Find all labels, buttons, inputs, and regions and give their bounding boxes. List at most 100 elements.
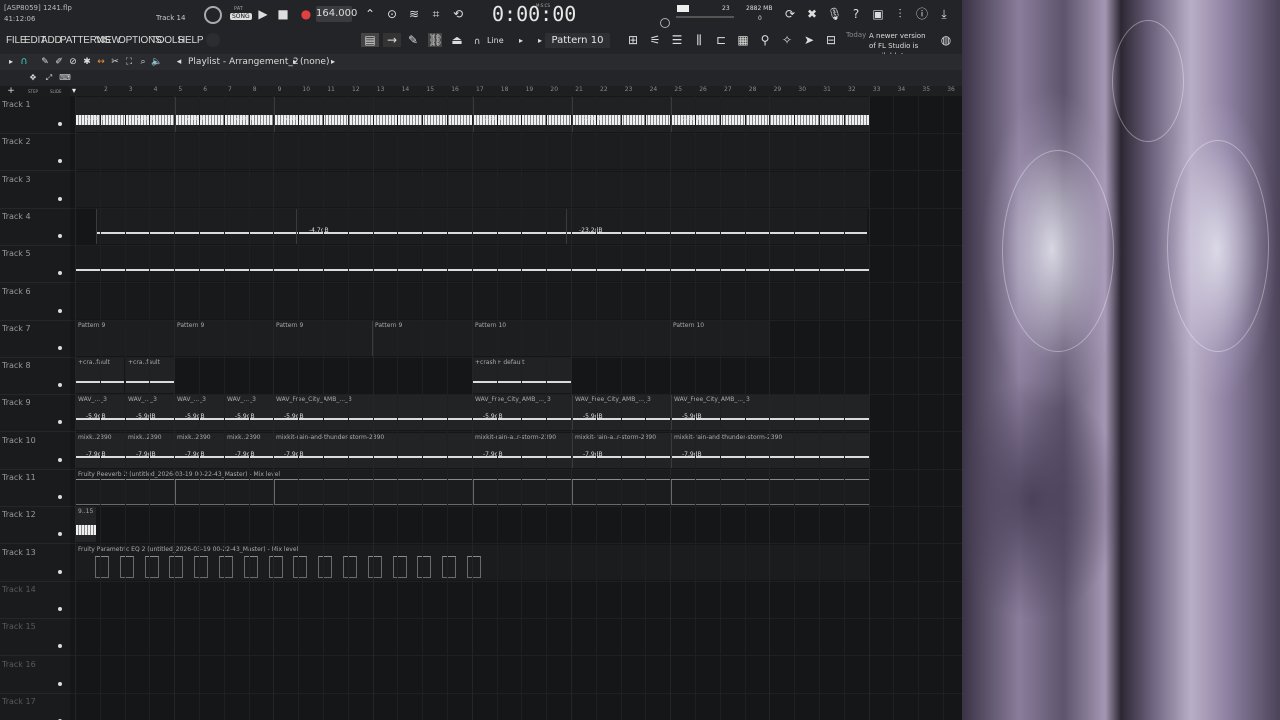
automation-curve[interactable] (95, 555, 109, 578)
track-mute-dot[interactable] (58, 159, 62, 164)
track-name[interactable]: Track 10 (2, 436, 36, 445)
track-name[interactable]: Track 4 (2, 212, 31, 221)
countdown-icon[interactable]: ≋ (407, 7, 421, 21)
mute-tool-icon[interactable]: ✱ (80, 55, 94, 69)
ruler-bar-number[interactable]: 3 (129, 86, 133, 93)
ruler-bar-number[interactable]: 34 (898, 86, 906, 93)
keyboard-icon[interactable]: ⌨ (58, 71, 72, 85)
browser-icon[interactable]: ⊏ (714, 33, 728, 47)
automation-curve[interactable] (343, 555, 357, 578)
track-lane[interactable] (70, 656, 962, 694)
select-tool-icon[interactable]: ⛶ (122, 55, 136, 69)
ruler-bar-number[interactable]: 24 (650, 86, 658, 93)
track-mute-dot[interactable] (58, 383, 62, 388)
ruler-bar-number[interactable]: 25 (674, 86, 682, 93)
ruler-bar-number[interactable]: 6 (203, 86, 207, 93)
ruler-bar-number[interactable]: 26 (699, 86, 707, 93)
track-mute-dot[interactable] (58, 345, 62, 350)
magnet-snap-icon[interactable]: ∩ (17, 55, 31, 69)
master-volume-knob[interactable] (204, 6, 222, 24)
track-header[interactable]: Track 10 (0, 432, 70, 470)
ruler-bar-number[interactable]: 28 (749, 86, 757, 93)
track-header[interactable]: Track 7 (0, 320, 70, 358)
ruler-bar-number[interactable]: 19 (526, 86, 534, 93)
play-icon[interactable]: ▶ (256, 7, 270, 21)
track-name[interactable]: Track 8 (2, 361, 31, 370)
audio-clip[interactable] (96, 208, 297, 244)
ruler-bar-number[interactable]: 12 (352, 86, 360, 93)
snap-arrow-icon[interactable]: ▸ (514, 34, 528, 48)
paint-tool-icon[interactable]: ✐ (52, 55, 66, 69)
track-name[interactable]: Track 6 (2, 287, 31, 296)
track-name[interactable]: Track 13 (2, 548, 36, 557)
track-header[interactable]: Track 16 (0, 656, 70, 694)
track-mute-dot[interactable] (58, 308, 62, 313)
cart-icon[interactable]: ⊟ (824, 33, 838, 47)
audio-clip[interactable]: WAV_Free_City_AMB_..._3 -5.9dB (472, 395, 573, 431)
zoom-tool-icon[interactable]: ⌕ (136, 55, 150, 69)
mixer-icon[interactable]: ⫶ (893, 7, 907, 21)
automation-curve[interactable] (144, 555, 159, 578)
track-name[interactable]: Track 7 (2, 324, 31, 333)
track-mute-dot[interactable] (58, 569, 62, 574)
resize-icon[interactable]: ⤢ (42, 71, 56, 85)
info-icon[interactable]: ⓘ (915, 7, 929, 21)
loop-record-icon[interactable]: ⟲ (451, 7, 465, 21)
step-edit-icon[interactable]: ⌗ (429, 7, 443, 21)
hint-knob[interactable] (206, 33, 220, 47)
track-mute-dot[interactable] (58, 606, 62, 611)
ruler-bar-number[interactable]: 7 (228, 86, 232, 93)
ruler-bar-number[interactable]: 2 (104, 86, 108, 93)
save-icon[interactable]: ▣ (871, 7, 885, 21)
track-mute-dot[interactable] (58, 681, 62, 686)
refresh-icon[interactable]: ⟳ (783, 7, 797, 21)
channel-rack-icon[interactable]: ☰ (670, 33, 684, 47)
audio-clip[interactable]: 2.1dB (274, 97, 474, 132)
ruler-bar-number[interactable]: 17 (476, 86, 484, 93)
track-mute-dot[interactable] (58, 122, 62, 126)
time-display[interactable]: 0:00:00 (492, 2, 576, 26)
plugin-picker-icon[interactable]: ▦ (736, 33, 750, 47)
playback-tool-icon[interactable]: 🔈 (150, 55, 164, 69)
ruler-bar-number[interactable]: 33 (873, 86, 881, 93)
ruler-bar-number[interactable]: 27 (724, 86, 732, 93)
arrow-right-icon[interactable]: → (383, 33, 401, 47)
slip-tool-icon[interactable]: ↔ (94, 55, 108, 69)
ruler-bar-number[interactable]: 16 (451, 86, 459, 93)
ruler-bar-number[interactable]: 10 (302, 86, 310, 93)
ruler-bar-number[interactable]: 32 (848, 86, 856, 93)
track-name[interactable]: Track 14 (2, 585, 36, 594)
audio-clip[interactable]: -23.2dB (566, 208, 867, 244)
track-header[interactable]: Track 6 (0, 283, 70, 321)
menu-add[interactable]: ADD (41, 35, 62, 46)
pat-mode-label[interactable]: PAT (234, 6, 243, 12)
wait-for-input-icon[interactable]: ⊙ (385, 7, 399, 21)
automation-curve[interactable] (169, 555, 184, 578)
track-name[interactable]: Track 15 (2, 622, 36, 631)
track-header[interactable]: Track 3 (0, 171, 70, 209)
audio-clip[interactable]: mixkit-rain-a..r-storm-2390 -7.9dB (572, 432, 672, 468)
automation-curve[interactable] (442, 555, 457, 578)
track-header[interactable]: Track 5 (0, 245, 70, 284)
track-header[interactable]: Track 17 (0, 693, 70, 720)
unplug-icon[interactable]: ✖ (805, 7, 819, 21)
track-header[interactable]: Track 8 (0, 357, 70, 396)
track-mute-dot[interactable] (58, 271, 62, 276)
add-pattern-icon[interactable]: ⊞ (626, 33, 640, 47)
ruler-bar-number[interactable]: 23 (625, 86, 633, 93)
track-mute-dot[interactable] (58, 196, 62, 201)
automation-curve[interactable] (194, 555, 209, 578)
touch-keyboard-icon[interactable]: ✧ (780, 33, 794, 47)
track-header[interactable]: Track 12 (0, 506, 70, 545)
track-mute-dot[interactable] (58, 644, 62, 649)
audio-clip[interactable]: 0.3dB (473, 97, 573, 132)
automation-curve[interactable] (219, 555, 233, 578)
move-icon[interactable]: ✥ (26, 71, 40, 85)
automation-curve[interactable] (472, 479, 573, 505)
tips-icon[interactable]: ➤ (802, 33, 816, 47)
track-name[interactable]: Track 2 (2, 137, 31, 146)
metronome-icon[interactable]: ⌃ (363, 7, 377, 21)
track-name[interactable]: Track 12 (2, 510, 36, 519)
pan-knob[interactable] (660, 18, 670, 28)
ruler-bar-number[interactable]: 21 (575, 86, 583, 93)
